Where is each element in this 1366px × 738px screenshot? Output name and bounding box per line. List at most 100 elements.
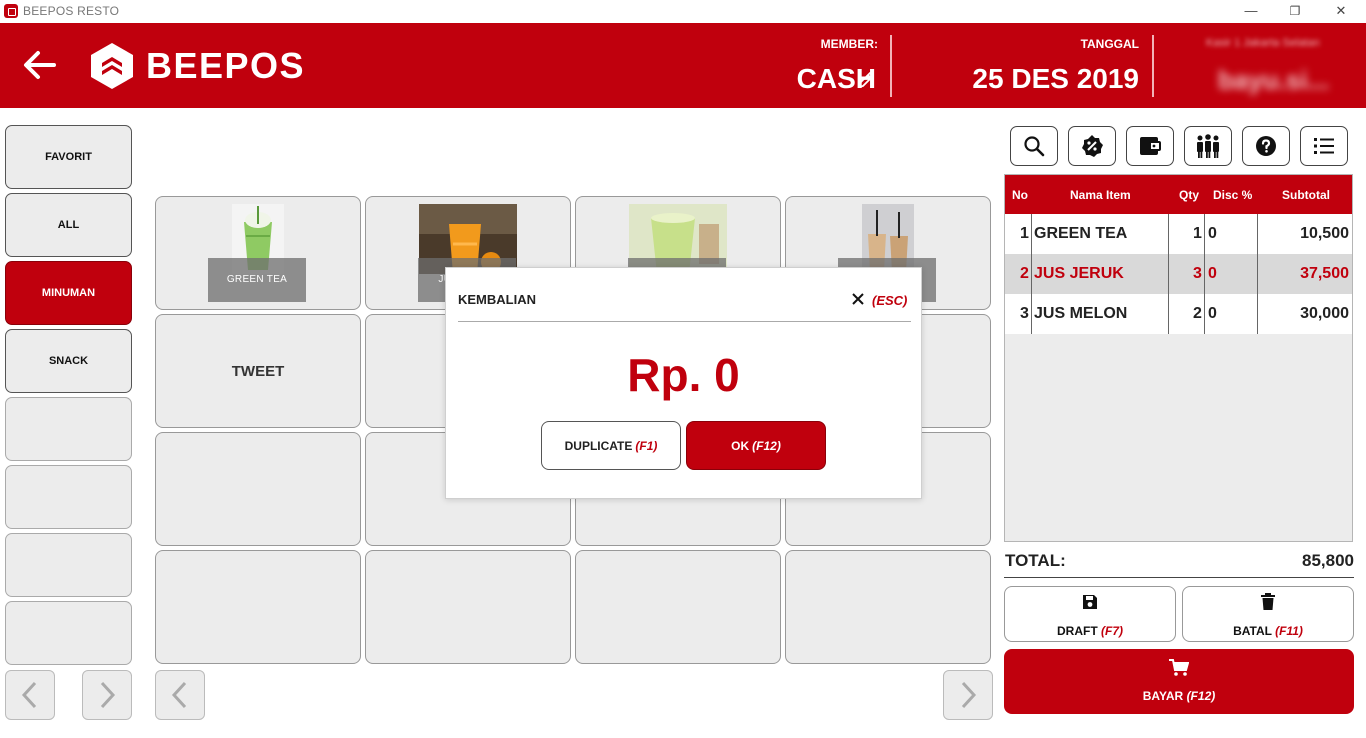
bayar-shortcut: (F12) bbox=[1186, 689, 1216, 703]
discount-button[interactable] bbox=[1068, 126, 1116, 166]
category-snack[interactable]: SNACK bbox=[5, 329, 132, 393]
trash-icon bbox=[1261, 593, 1275, 610]
bayar-button[interactable]: BAYAR (F12) bbox=[1004, 649, 1354, 714]
chevron-left-icon bbox=[21, 681, 37, 709]
pencil-edit-icon[interactable] bbox=[856, 70, 876, 90]
ok-shortcut: (F12) bbox=[752, 438, 781, 453]
category-next-button[interactable] bbox=[82, 670, 132, 720]
app-logo-icon bbox=[4, 4, 18, 18]
col-disc: Disc % bbox=[1213, 188, 1253, 202]
discount-badge-icon bbox=[1082, 135, 1103, 157]
duplicate-shortcut: (F1) bbox=[635, 438, 658, 453]
batal-button[interactable]: BATAL (F11) bbox=[1182, 586, 1354, 642]
total-value: 85,800 bbox=[1302, 551, 1354, 570]
maximize-button[interactable]: ❐ bbox=[1272, 0, 1318, 23]
product-label: TWEET bbox=[231, 363, 285, 380]
list-icon bbox=[1314, 138, 1334, 154]
header-divider bbox=[890, 35, 892, 97]
member-label: MEMBER: bbox=[820, 37, 878, 51]
menu-list-button[interactable] bbox=[1300, 126, 1348, 166]
total-label: TOTAL: bbox=[1005, 551, 1066, 570]
beepos-logo-icon bbox=[89, 41, 135, 91]
search-button[interactable] bbox=[1010, 126, 1058, 166]
product-next-button[interactable] bbox=[943, 670, 993, 720]
wallet-icon bbox=[1140, 137, 1161, 155]
header-divider bbox=[1152, 35, 1154, 97]
col-subtotal: Subtotal bbox=[1282, 188, 1330, 202]
duplicate-button[interactable]: DUPLICATE (F1) bbox=[541, 421, 681, 470]
category-empty-slot bbox=[5, 533, 132, 597]
row-subtotal: 10,500 bbox=[1300, 225, 1349, 242]
user-location: Kasir 1 Jakarta Selatan bbox=[1206, 37, 1320, 49]
category-all[interactable]: ALL bbox=[5, 193, 132, 257]
row-qty: 2 bbox=[1193, 305, 1202, 322]
row-item: GREEN TEA bbox=[1034, 225, 1128, 242]
close-window-button[interactable]: ✕ bbox=[1318, 0, 1364, 23]
close-icon[interactable] bbox=[850, 291, 866, 307]
order-table-header: No Nama Item Qty Disc % Subtotal bbox=[1005, 175, 1352, 214]
wallet-button[interactable] bbox=[1126, 126, 1174, 166]
row-subtotal: 30,000 bbox=[1300, 305, 1349, 322]
category-favorit[interactable]: FAVORIT bbox=[5, 125, 132, 189]
col-no: No bbox=[1012, 188, 1028, 202]
batal-label: BATAL bbox=[1233, 624, 1272, 638]
product-prev-button[interactable] bbox=[155, 670, 205, 720]
logo-text: BEEPOS bbox=[146, 45, 306, 86]
back-arrow-icon[interactable] bbox=[20, 45, 60, 85]
date-label: TANGGAL bbox=[1080, 37, 1139, 51]
kembalian-dialog: KEMBALIAN (ESC) Rp. 0 DUPLICATE (F1) OK … bbox=[445, 267, 922, 499]
order-row[interactable]: 1 GREEN TEA 1 0 10,500 bbox=[1005, 214, 1352, 254]
chevron-left-icon bbox=[171, 681, 187, 709]
row-item: JUS MELON bbox=[1034, 305, 1128, 322]
help-icon bbox=[1256, 136, 1276, 156]
category-empty-slot bbox=[5, 397, 132, 461]
row-disc: 0 bbox=[1208, 265, 1217, 282]
row-qty: 3 bbox=[1193, 265, 1202, 282]
row-no: 1 bbox=[1020, 225, 1029, 242]
product-tweet[interactable]: TWEET bbox=[155, 314, 361, 428]
ok-button[interactable]: OK (F12) bbox=[686, 421, 826, 470]
duplicate-label: DUPLICATE bbox=[564, 438, 633, 453]
user-name[interactable]: bayu.si... bbox=[1218, 65, 1329, 96]
dialog-divider bbox=[458, 321, 911, 322]
help-button[interactable] bbox=[1242, 126, 1290, 166]
row-disc: 0 bbox=[1208, 225, 1217, 242]
product-label: GREEN TEA bbox=[208, 258, 306, 302]
customers-button[interactable] bbox=[1184, 126, 1232, 166]
people-icon bbox=[1197, 134, 1219, 158]
product-empty-slot bbox=[785, 550, 991, 664]
ok-label: OK bbox=[731, 438, 750, 453]
total-divider bbox=[1004, 577, 1354, 578]
product-empty-slot bbox=[575, 550, 781, 664]
product-green-tea[interactable]: GREEN TEA bbox=[155, 196, 361, 310]
product-empty-slot bbox=[365, 550, 571, 664]
draft-shortcut: (F7) bbox=[1101, 624, 1123, 638]
row-disc: 0 bbox=[1208, 305, 1217, 322]
col-qty: Qty bbox=[1179, 188, 1200, 202]
product-empty-slot bbox=[155, 432, 361, 546]
category-minuman[interactable]: MINUMAN bbox=[5, 261, 132, 325]
product-empty-slot bbox=[155, 550, 361, 664]
cart-icon bbox=[1169, 659, 1189, 676]
col-item: Nama Item bbox=[1070, 188, 1131, 202]
chevron-right-icon bbox=[961, 681, 977, 709]
row-no: 2 bbox=[1020, 265, 1029, 282]
order-row[interactable]: 3 JUS MELON 2 0 30,000 bbox=[1005, 294, 1352, 334]
app-header: BEEPOS MEMBER: CASH TANGGAL 25 DES 2019 … bbox=[0, 23, 1366, 108]
draft-label: DRAFT bbox=[1056, 624, 1098, 638]
batal-shortcut: (F11) bbox=[1275, 624, 1303, 638]
row-no: 3 bbox=[1020, 305, 1029, 322]
category-empty-slot bbox=[5, 601, 132, 665]
order-row-selected[interactable]: 2 JUS JERUK 3 0 37,500 bbox=[1005, 254, 1352, 294]
window-title: BEEPOS RESTO bbox=[23, 4, 120, 18]
row-subtotal: 37,500 bbox=[1300, 265, 1349, 282]
dialog-title: KEMBALIAN bbox=[458, 292, 536, 307]
draft-button[interactable]: DRAFT (F7) bbox=[1004, 586, 1176, 642]
search-icon bbox=[1024, 136, 1045, 157]
minimize-button[interactable]: — bbox=[1228, 0, 1274, 23]
order-table: No Nama Item Qty Disc % Subtotal 1 GREEN… bbox=[1004, 174, 1353, 542]
category-prev-button[interactable] bbox=[5, 670, 55, 720]
bayar-label: BAYAR bbox=[1142, 689, 1184, 703]
date-value: 25 DES 2019 bbox=[972, 63, 1139, 94]
esc-shortcut[interactable]: (ESC) bbox=[872, 293, 907, 308]
